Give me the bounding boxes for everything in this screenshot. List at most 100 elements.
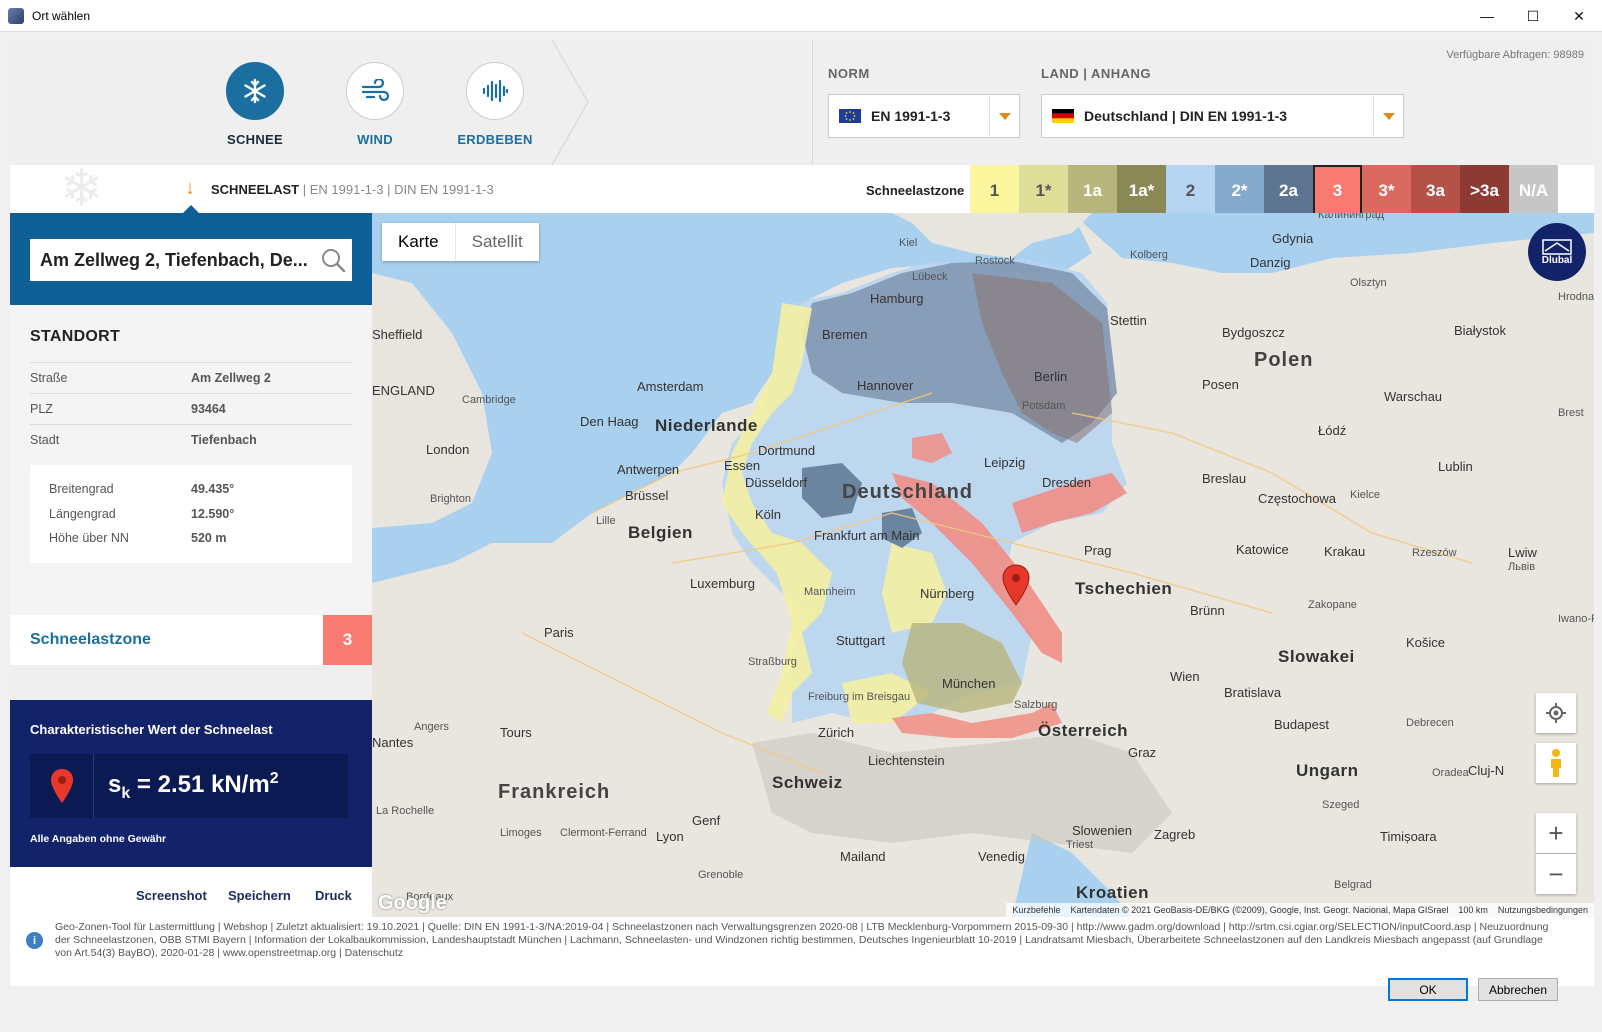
zoom-out-button[interactable]: − (1536, 854, 1576, 894)
map-place-label: Mailand (840, 849, 886, 864)
ok-button[interactable]: OK (1388, 978, 1468, 1001)
norm-label: NORM (828, 66, 870, 81)
calculation-tabs: SCHNEE WIND ERDBEBEN (195, 62, 555, 147)
crosshair-icon (1546, 703, 1566, 723)
tab-earthquake-label: ERDBEBEN (457, 132, 533, 147)
map-scale: 100 km (1458, 905, 1488, 915)
zone-legend-item[interactable]: 1a (1068, 165, 1117, 217)
map-place-label: Калининград (1318, 213, 1385, 221)
terms-link[interactable]: Nutzungsbedingungen (1498, 905, 1588, 915)
map-place-label: Essen (724, 458, 761, 473)
breadcrumb-norm-1: EN 1991-1-3 (309, 182, 384, 197)
breadcrumb-norm-2: DIN EN 1991-1-3 (394, 182, 494, 197)
map-place-label: Kroatien (1076, 883, 1149, 902)
map-place-label: Straßburg (748, 656, 797, 668)
country-select[interactable]: Deutschland | DIN EN 1991-1-3 (1041, 94, 1404, 138)
map-place-label: Angers (414, 721, 449, 733)
map-place-label: Timișoara (1380, 829, 1437, 844)
tab-earthquake[interactable]: ERDBEBEN (435, 62, 555, 147)
zone-legend-item[interactable]: 3a (1411, 165, 1460, 217)
result-value-box: sk = 2.51 kN/m2 (30, 754, 348, 818)
map-place-label: Brighton (430, 493, 471, 505)
map-place-label: Iwano-Fr (1558, 613, 1594, 625)
map-type-toggle[interactable]: Karte Satellit (382, 223, 539, 261)
latitude-row: Breitengrad 49.435° (49, 482, 349, 496)
disclaimer: Alle Angaben ohne Gewähr (30, 833, 167, 845)
map-type-map[interactable]: Karte (382, 223, 456, 261)
map-place-label: Hannover (857, 378, 914, 393)
zone-legend-item[interactable]: >3a (1460, 165, 1509, 217)
close-button[interactable]: ✕ (1556, 0, 1602, 32)
minimize-button[interactable]: — (1464, 0, 1510, 32)
map-canvas[interactable] (372, 213, 1594, 917)
map-place-label: Zakopane (1308, 599, 1357, 611)
eu-flag-icon (839, 109, 861, 123)
map-data-credit: Kartendaten © 2021 GeoBasis-DE/BKG (©200… (1070, 905, 1449, 915)
map-place-label: Bydgoszcz (1222, 325, 1285, 340)
map-place-label: Dortmund (758, 443, 816, 458)
map-type-satellite[interactable]: Satellit (456, 223, 539, 261)
map-place-label: Slowakei (1278, 647, 1355, 666)
snow-load-superscript: 2 (269, 769, 279, 787)
available-queries: Verfügbare Abfragen: 98989 (1446, 49, 1584, 61)
chevron-down-icon[interactable] (1373, 95, 1403, 137)
map-place-label: Gdynia (1272, 231, 1314, 246)
location-title: STANDORT (30, 328, 121, 345)
cancel-button[interactable]: Abbrechen (1478, 978, 1558, 1001)
tab-wind[interactable]: WIND (315, 62, 435, 147)
print-button[interactable]: Druck (315, 888, 352, 903)
search-icon[interactable] (320, 247, 346, 273)
altitude-label: Höhe über NN (49, 531, 129, 545)
zoom-in-button[interactable]: + (1536, 813, 1576, 853)
window-titlebar: Ort wählen — ☐ ✕ (0, 0, 1602, 32)
map-view[interactable]: Deutschland Polen Tschechien Österreich Fran… (372, 213, 1594, 917)
sources-text[interactable]: Geo-Zonen-Tool für Lastermittlung | Webs… (55, 921, 1555, 960)
map-place-label: Venedig (978, 849, 1025, 864)
save-button[interactable]: Speichern (228, 888, 291, 903)
header: SCHNEE WIND ERDBEBEN Verfügbare Abfragen… (10, 40, 1594, 165)
map-place-label: Ungarn (1296, 761, 1359, 780)
zone-legend-item[interactable]: 1* (1019, 165, 1068, 217)
map-place-label: Częstochowa (1258, 491, 1337, 506)
zone-legend-item[interactable]: 3* (1362, 165, 1411, 217)
map-place-label: Danzig (1250, 255, 1291, 270)
street-view-button[interactable] (1536, 743, 1576, 783)
location-pin-icon (30, 754, 94, 818)
zone-legend-item[interactable]: 1a* (1117, 165, 1166, 217)
map-attribution: Kurzbefehle Kartendaten © 2021 GeoBasis-… (1006, 903, 1594, 917)
maximize-button[interactable]: ☐ (1510, 0, 1556, 32)
map-place-label: Sheffield (372, 327, 423, 342)
city-row: Stadt Tiefenbach (30, 424, 352, 455)
longitude-row: Längengrad 12.590° (49, 507, 349, 521)
address-search-value[interactable]: Am Zellweg 2, Tiefenbach, De... (40, 250, 310, 271)
map-place-label: Cambridge (462, 394, 516, 406)
chevron-down-icon[interactable] (989, 95, 1019, 137)
map-place-label: Paris (544, 625, 574, 640)
address-search-input[interactable]: Am Zellweg 2, Tiefenbach, De... (30, 239, 352, 281)
screenshot-button[interactable]: Screenshot (136, 888, 207, 903)
zone-legend-item[interactable]: 2a (1264, 165, 1313, 217)
app-icon (8, 7, 24, 24)
map-place-label: Zagreb (1154, 827, 1196, 842)
zone-legend-item[interactable]: 2* (1215, 165, 1264, 217)
map-place-label: Rzeszów (1412, 547, 1457, 559)
map-place-label: Stettin (1110, 313, 1147, 328)
norm-select[interactable]: EN 1991-1-3 (828, 94, 1020, 138)
zone-legend-item[interactable]: 3 (1313, 165, 1362, 217)
zone-legend-item[interactable]: 2 (1166, 165, 1215, 217)
result-title: Charakteristischer Wert der Schneelast (30, 722, 273, 737)
map-place-label: Österreich (1038, 721, 1129, 740)
tab-snow[interactable]: SCHNEE (195, 62, 315, 147)
map-place-label: Frankfurt am Main (814, 528, 920, 543)
zone-legend-item[interactable]: 1 (970, 165, 1019, 217)
map-place-label: Warschau (1384, 389, 1443, 404)
zone-legend-item[interactable]: N/A (1509, 165, 1558, 217)
map-place-label: Brüssel (625, 488, 669, 503)
my-location-button[interactable] (1536, 693, 1576, 733)
map-place-label: München (942, 676, 996, 691)
map-place-label: Den Haag (580, 414, 639, 429)
snow-load-value: sk = 2.51 kN/m2 (108, 770, 279, 803)
dlubal-logo[interactable]: Dlubal (1528, 223, 1586, 281)
keyboard-shortcuts-link[interactable]: Kurzbefehle (1012, 905, 1060, 915)
map-place-label: Kiel (899, 237, 918, 249)
